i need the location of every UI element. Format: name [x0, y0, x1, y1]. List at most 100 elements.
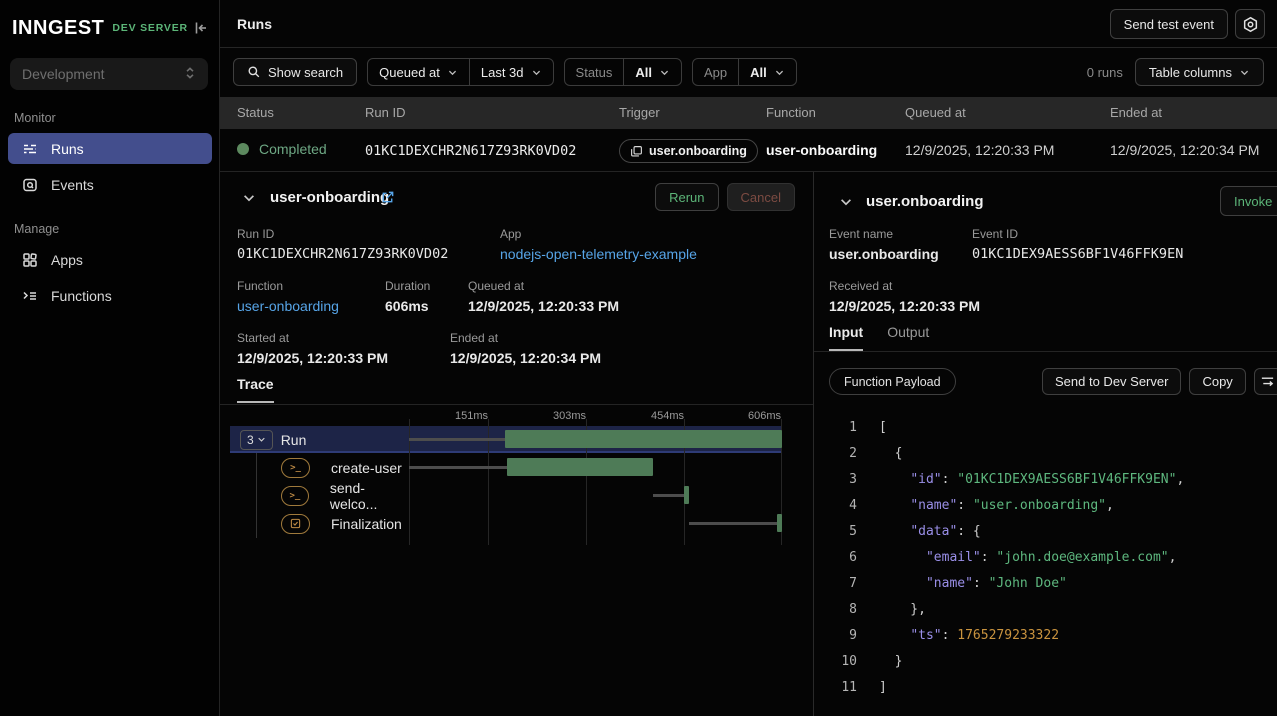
trace-span-timeline: [409, 426, 782, 453]
trace-time-axis: 151ms 303ms 454ms 606ms: [230, 410, 782, 424]
field-ended-at: Ended at 12/9/2025, 12:20:34 PM: [450, 331, 601, 366]
table-row[interactable]: Completed 01KC1DEXCHR2N617Z93RK0VD02 use…: [220, 129, 1277, 172]
span-bar[interactable]: [777, 514, 782, 532]
code-line: 8 },: [814, 597, 1277, 623]
field-received-at: Received at 12/9/2025, 12:20:33 PM: [829, 279, 980, 314]
trace-span-name: send-welco...: [330, 480, 409, 512]
code-viewer[interactable]: 1[2 {3 "id": "01KC1DEX9AESS6BF1V46FFK9EN…: [814, 415, 1277, 701]
trace-row[interactable]: 3 Run: [230, 426, 782, 453]
runs-icon: [22, 141, 38, 157]
invoke-button[interactable]: Invoke: [1220, 186, 1277, 216]
sidebar-item-runs[interactable]: Runs: [8, 133, 212, 164]
field-app: App nodejs-open-telemetry-example: [500, 227, 697, 262]
copy-button[interactable]: Copy: [1189, 368, 1245, 395]
span-bar[interactable]: [507, 458, 653, 476]
line-number: 7: [814, 571, 857, 597]
environment-select-value: Development: [22, 66, 105, 82]
span-bar[interactable]: [684, 486, 690, 504]
search-icon: [247, 65, 261, 79]
trace-span-name: create-user: [331, 460, 402, 476]
payload-toolbar: Function Payload Send to Dev Server Copy: [814, 368, 1277, 396]
code-line: 11]: [814, 675, 1277, 701]
app-filter-dropdown[interactable]: All: [738, 59, 796, 85]
trace-row[interactable]: >_ send-welco...: [230, 482, 782, 509]
environment-select[interactable]: Development: [10, 58, 208, 90]
sidebar-item-label: Events: [51, 177, 94, 193]
queue-line: [653, 494, 684, 497]
span-bar[interactable]: [505, 430, 782, 448]
word-wrap-button[interactable]: [1254, 368, 1277, 395]
run-id-value: 01KC1DEXCHR2N617Z93RK0VD02: [237, 246, 448, 262]
show-search-button[interactable]: Show search: [233, 58, 357, 86]
field-queued-at: Queued at 12/9/2025, 12:20:33 PM: [468, 279, 619, 314]
line-number: 11: [814, 675, 857, 701]
line-number: 5: [814, 519, 857, 545]
cancel-button[interactable]: Cancel: [727, 183, 795, 211]
time-range-dropdown[interactable]: Last 3d: [469, 59, 553, 85]
code-line: 9 "ts": 1765279233322: [814, 623, 1277, 649]
trace-span-name: Run: [281, 432, 307, 448]
sidebar-item-functions[interactable]: Functions: [8, 280, 212, 311]
table-columns-dropdown[interactable]: Table columns: [1135, 58, 1264, 86]
tab-trace[interactable]: Trace: [237, 376, 274, 403]
trace-row[interactable]: >_ create-user: [230, 454, 782, 481]
external-link-icon[interactable]: [380, 190, 395, 210]
trace-span-timeline: [409, 510, 782, 537]
event-id-value: 01KC1DEX9AESS6BF1V46FFK9EN: [972, 246, 1183, 262]
sidebar-item-apps[interactable]: Apps: [8, 244, 212, 275]
tab-input[interactable]: Input: [829, 324, 863, 351]
function-link[interactable]: user-onboarding: [237, 298, 339, 314]
settings-button[interactable]: [1235, 9, 1265, 39]
collapse-event-panel-icon[interactable]: [839, 195, 853, 214]
monitor-section-label: Monitor: [14, 111, 56, 125]
inngest-dev-server-window: INNGEST DEV SERVER Development Monitor R…: [0, 0, 1277, 716]
dev-server-badge: DEV SERVER: [112, 22, 188, 34]
payload-tab-bar: Input Output: [814, 324, 1277, 352]
column-header: Trigger: [619, 105, 660, 120]
duration-value: 606ms: [385, 298, 430, 314]
queued-at-value: 12/9/2025, 12:20:33 PM: [468, 298, 619, 314]
time-field-dropdown[interactable]: Queued at: [368, 59, 469, 85]
collapse-run-panel-icon[interactable]: [242, 191, 256, 210]
column-header: Function: [766, 105, 816, 120]
code-line: 2 {: [814, 441, 1277, 467]
collapse-sidebar-icon[interactable]: [190, 17, 212, 39]
events-icon: [22, 177, 38, 193]
app-link[interactable]: nodejs-open-telemetry-example: [500, 246, 697, 262]
sidebar-item-events[interactable]: Events: [8, 169, 212, 200]
time-filter-group: Queued at Last 3d: [367, 58, 553, 86]
trace-row[interactable]: Finalization: [230, 510, 782, 537]
runs-count: 0 runs: [1087, 65, 1123, 80]
sidebar-item-label: Runs: [51, 141, 84, 157]
ended-at-cell: 12/9/2025, 12:20:34 PM: [1110, 142, 1259, 158]
column-header: Ended at: [1110, 105, 1162, 120]
trigger-pill[interactable]: user.onboarding: [619, 139, 758, 163]
trace-expander-badge[interactable]: 3: [240, 430, 273, 450]
inngest-logo: INNGEST: [12, 17, 104, 40]
manage-section-label: Manage: [14, 222, 59, 236]
started-at-value: 12/9/2025, 12:20:33 PM: [237, 350, 388, 366]
trace-span-timeline: [409, 454, 782, 481]
status-filter-label: Status: [565, 59, 624, 85]
line-number: 6: [814, 545, 857, 571]
rerun-button[interactable]: Rerun: [655, 183, 718, 211]
status-dot-completed: [237, 143, 249, 155]
line-number: 10: [814, 649, 857, 675]
field-run-id: Run ID 01KC1DEXCHR2N617Z93RK0VD02: [237, 227, 448, 262]
field-event-name: Event name user.onboarding: [829, 227, 939, 262]
run-detail-panel: user-onboarding Rerun Cancel Run ID 01KC…: [220, 172, 813, 716]
run-id-cell: 01KC1DEXCHR2N617Z93RK0VD02: [365, 143, 576, 159]
tab-output[interactable]: Output: [887, 324, 929, 351]
received-at-value: 12/9/2025, 12:20:33 PM: [829, 298, 980, 314]
run-title: user-onboarding: [270, 189, 389, 206]
status-filter-dropdown[interactable]: All: [623, 59, 681, 85]
line-number: 4: [814, 493, 857, 519]
step-run-icon: >_: [281, 486, 309, 506]
sidebar: INNGEST DEV SERVER Development Monitor R…: [0, 0, 220, 716]
step-run-icon: >_: [281, 458, 310, 478]
send-to-dev-server-button[interactable]: Send to Dev Server: [1042, 368, 1181, 395]
send-test-event-button[interactable]: Send test event: [1110, 9, 1228, 39]
line-number: 8: [814, 597, 857, 623]
trace-rows: 3 Run >_ create-user >_ send-welco...Finaliza…: [230, 426, 782, 537]
code-line: 6 "email": "john.doe@example.com",: [814, 545, 1277, 571]
